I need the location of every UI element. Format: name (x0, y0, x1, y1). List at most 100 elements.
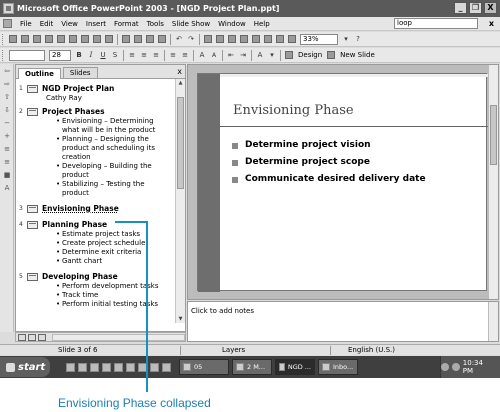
list-item[interactable]: Determine exit criteria (56, 248, 174, 257)
word-icon[interactable] (66, 362, 75, 372)
outline-scrollbar[interactable]: ▲ ▼ (175, 79, 185, 323)
slide-body-placeholder[interactable]: Determine project vision Determine proje… (232, 137, 426, 188)
task-word[interactable]: 2 M... (232, 359, 272, 375)
outline-slide-1[interactable]: 1 NGD Project Plan Cathy Ray (16, 84, 174, 103)
font-color-icon[interactable]: A (255, 50, 265, 60)
new-slide-button[interactable]: New Slide (340, 51, 375, 59)
align-left-icon[interactable]: ≡ (127, 50, 137, 60)
align-right-icon[interactable]: ≡ (151, 50, 161, 60)
outline-slide-5[interactable]: 5 Developing Phase Perform development t… (16, 272, 174, 309)
save-icon[interactable] (32, 34, 42, 44)
open-icon[interactable] (20, 34, 30, 44)
internet-explorer-icon[interactable] (90, 362, 99, 372)
menu-insert[interactable]: Insert (82, 20, 110, 28)
grid-icon[interactable] (275, 34, 285, 44)
powerpoint-app-icon[interactable] (3, 3, 14, 14)
list-item[interactable]: Envisioning – Determining what will be i… (56, 117, 174, 135)
slide-bullet[interactable]: Communicate desired delivery date (232, 171, 426, 188)
document-close-button[interactable]: x (489, 19, 494, 28)
list-item[interactable]: Create project schedule (56, 239, 174, 248)
font-name-select[interactable] (9, 49, 45, 61)
menu-format[interactable]: Format (110, 20, 143, 28)
collapse-icon[interactable]: − (2, 119, 12, 128)
close-icon[interactable]: x (177, 67, 182, 76)
start-button[interactable]: start (0, 357, 50, 377)
undo-icon[interactable]: ↶ (174, 34, 184, 44)
outline-hscrollbar[interactable] (52, 333, 185, 341)
expand-icon[interactable]: + (2, 132, 12, 141)
tables-borders-icon[interactable] (227, 34, 237, 44)
menu-file[interactable]: File (16, 20, 36, 28)
minimize-button[interactable]: _ (454, 2, 467, 14)
menu-edit[interactable]: Edit (36, 20, 58, 28)
menu-help[interactable]: Help (250, 20, 274, 28)
slide-sorter-view-icon[interactable] (28, 333, 36, 341)
design-icon[interactable] (284, 50, 294, 60)
list-item[interactable]: Developing – Building the product (56, 162, 174, 180)
task-folder[interactable]: 05 (179, 359, 229, 375)
research-icon[interactable] (104, 34, 114, 44)
slide-scrollbar[interactable] (488, 65, 498, 299)
outlook-icon[interactable] (78, 362, 87, 372)
list-item[interactable]: Stabilizing – Testing the product (56, 180, 174, 198)
demote-icon[interactable]: ⇨ (2, 80, 12, 89)
slide-title[interactable]: NGD Project Plan (42, 84, 174, 94)
subtitle-text[interactable]: Cathy Ray (46, 94, 174, 103)
copy-icon[interactable] (133, 34, 143, 44)
increase-font-size-button[interactable]: A (197, 50, 207, 60)
slide-icon[interactable] (27, 85, 38, 93)
slide-show-icon[interactable] (38, 333, 46, 341)
scroll-up-icon[interactable]: ▲ (177, 79, 184, 87)
center-icon[interactable]: ≡ (139, 50, 149, 60)
outline-text[interactable]: 1 NGD Project Plan Cathy Ray 2 Project P… (16, 80, 174, 323)
slide-title[interactable]: Planning Phase (42, 220, 174, 230)
slide-icon[interactable] (27, 205, 38, 213)
notes-scrollbar[interactable] (488, 302, 498, 341)
spelling-icon[interactable] (92, 34, 102, 44)
print-icon[interactable] (68, 34, 78, 44)
insert-chart-icon[interactable] (203, 34, 213, 44)
print-preview-icon[interactable] (80, 34, 90, 44)
notes-pane[interactable]: Click to add notes (187, 301, 499, 342)
outline-slide-4[interactable]: 4 Planning Phase Estimate project tasks … (16, 220, 174, 266)
slide-canvas[interactable]: Envisioning Phase Determine project visi… (197, 73, 488, 292)
ask-question-box[interactable]: loop (394, 18, 478, 29)
move-down-icon[interactable]: ⇩ (2, 106, 12, 115)
quick-launch-icon[interactable] (162, 362, 171, 372)
outline-slide-2[interactable]: 2 Project Phases Envisioning – Determini… (16, 107, 174, 198)
numbering-icon[interactable]: ≡ (168, 50, 178, 60)
expand-all-icon[interactable]: ≡ (2, 158, 12, 167)
slide-icon[interactable] (27, 221, 38, 229)
promote-icon[interactable]: ⇦ (2, 67, 12, 76)
insert-picture-icon[interactable] (239, 34, 249, 44)
design-button[interactable]: Design (298, 51, 322, 59)
new-icon[interactable] (8, 34, 18, 44)
list-item[interactable]: Gantt chart (56, 257, 174, 266)
list-item[interactable]: Planning – Designing the product and sch… (56, 135, 174, 162)
slide-title[interactable]: Developing Phase (42, 272, 174, 282)
quick-launch-icon[interactable] (150, 362, 159, 372)
notes-placeholder[interactable]: Click to add notes (191, 307, 254, 315)
show-formatting-icon[interactable] (263, 34, 273, 44)
summary-slide-icon[interactable]: ■ (2, 171, 12, 180)
task-inbox[interactable]: Inbo... (318, 359, 358, 375)
menu-view[interactable]: View (57, 20, 82, 28)
move-up-icon[interactable]: ⇧ (2, 93, 12, 102)
list-item[interactable]: Track time (56, 291, 174, 300)
cut-icon[interactable] (121, 34, 131, 44)
tray-icon[interactable] (451, 363, 460, 371)
list-item[interactable]: Perform initial testing tasks (56, 300, 174, 309)
permission-icon[interactable] (44, 34, 54, 44)
document-icon[interactable] (3, 19, 12, 28)
expand-all-icon[interactable] (251, 34, 261, 44)
scroll-down-icon[interactable]: ▼ (177, 315, 184, 323)
quick-launch-icon[interactable] (114, 362, 123, 372)
toolbar-grip[interactable] (2, 49, 5, 61)
tab-slides[interactable]: Slides (62, 67, 98, 78)
chevron-down-icon[interactable]: ▾ (267, 50, 277, 60)
outline-slide-3[interactable]: 3 Envisioning Phase (16, 204, 174, 214)
list-item[interactable]: Perform development tasks (56, 282, 174, 291)
paste-icon[interactable] (145, 34, 155, 44)
color-grayscale-icon[interactable] (287, 34, 297, 44)
tab-outline[interactable]: Outline (18, 68, 61, 79)
